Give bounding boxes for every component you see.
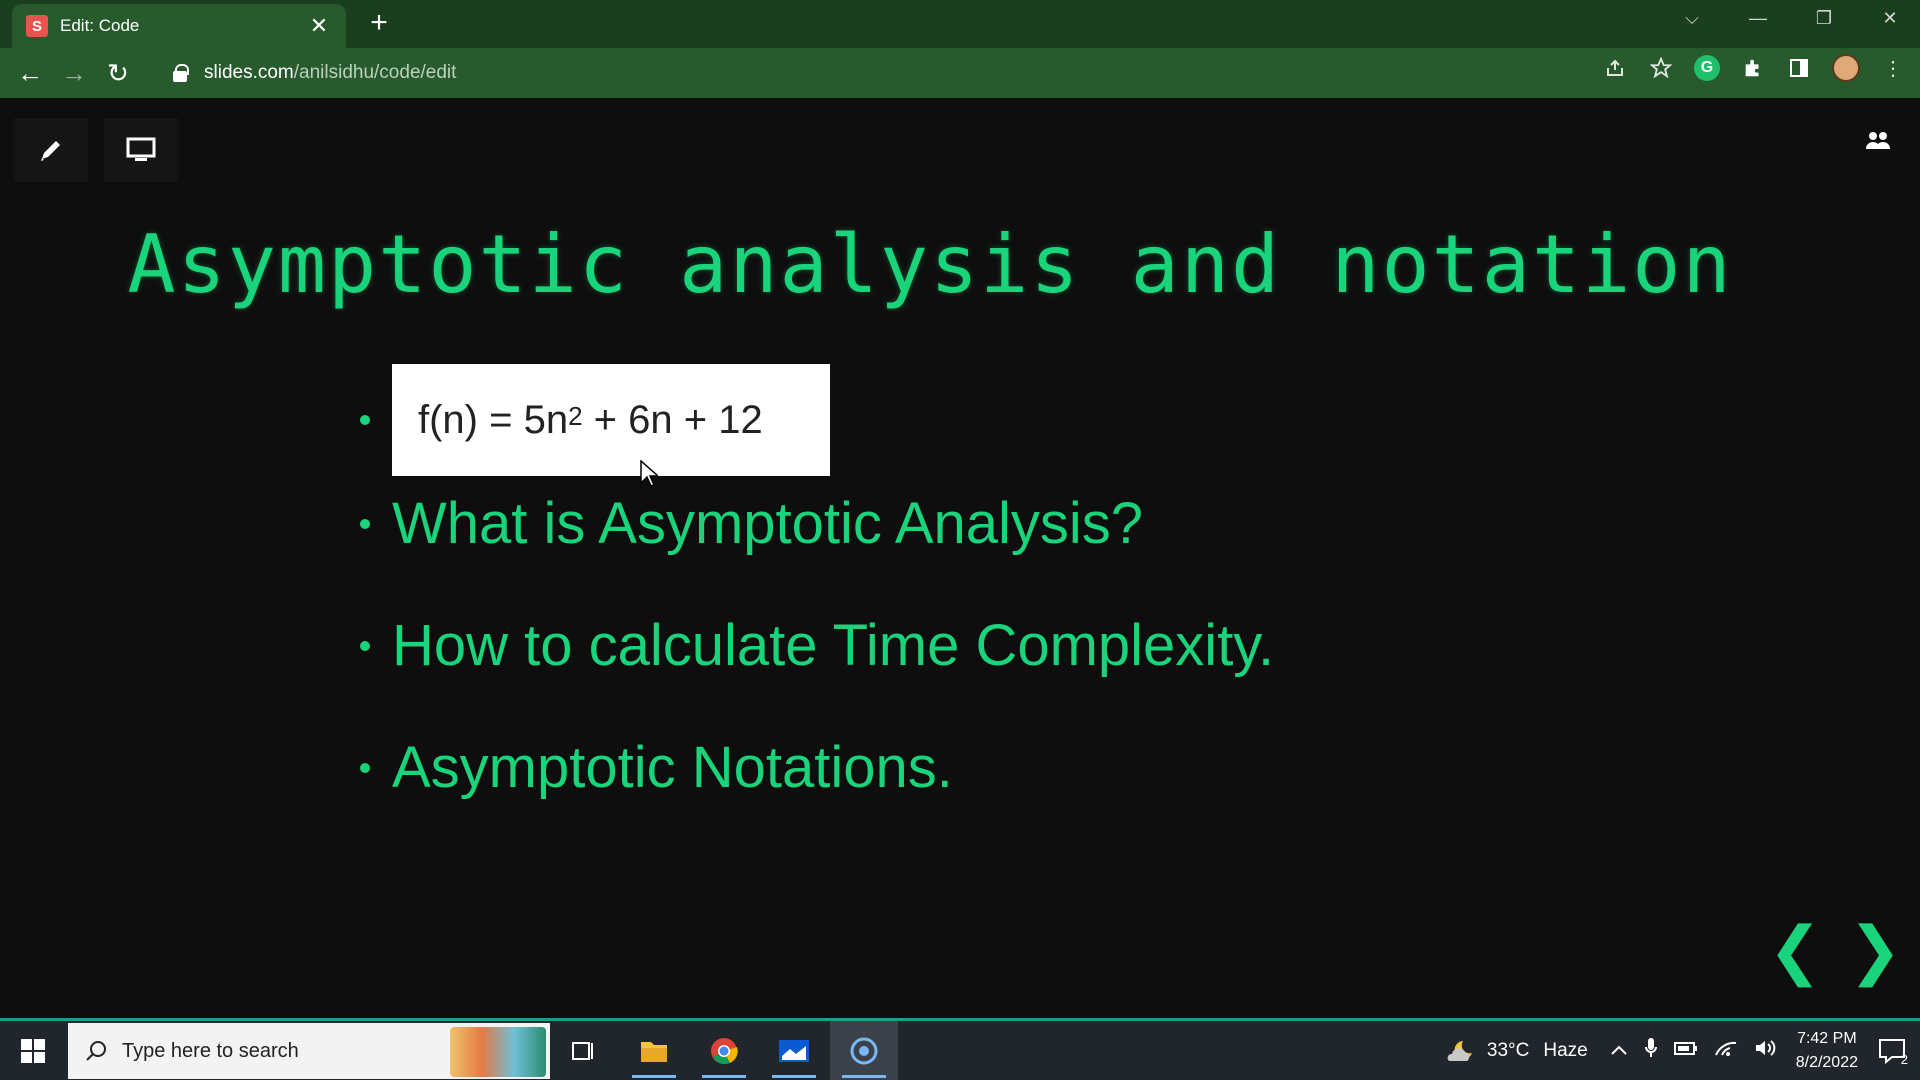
folder-icon — [641, 1041, 667, 1062]
edit-pen-button[interactable] — [14, 118, 88, 182]
mail-app[interactable] — [760, 1021, 828, 1080]
extensions-icon[interactable] — [1740, 55, 1766, 81]
people-icon — [1866, 132, 1890, 149]
clock-date: 8/2/2022 — [1795, 1053, 1858, 1071]
share-icon[interactable] — [1602, 55, 1628, 81]
chrome-icon — [711, 1037, 738, 1064]
system-tray: 33°C Haze 7:42 PM 8/2/2022 2 — [1445, 1021, 1920, 1080]
slides-favicon-icon: S — [26, 15, 48, 37]
mouse-cursor-icon — [640, 460, 658, 487]
record-icon — [850, 1037, 878, 1064]
taskbar-clock[interactable]: 7:42 PM 8/2/2022 — [1796, 1027, 1858, 1075]
toolbar-actions: G ⋮ — [1602, 54, 1906, 82]
formula-exponent: 2 — [568, 400, 583, 431]
search-highlight-image — [450, 1027, 546, 1077]
back-button[interactable]: ← — [8, 51, 52, 95]
notification-center-button[interactable]: 2 — [1872, 1031, 1912, 1071]
search-placeholder: Type here to search — [122, 1039, 299, 1062]
battery-icon[interactable] — [1673, 1040, 1698, 1061]
present-button[interactable] — [104, 118, 178, 182]
search-icon — [86, 1041, 106, 1061]
reload-button[interactable]: ↻ — [96, 51, 140, 95]
formula-bullet[interactable]: f(n) = 5n 2 + 6n + 12 — [360, 364, 830, 476]
taskbar-search[interactable]: Type here to search — [68, 1023, 550, 1079]
formula-image[interactable]: f(n) = 5n 2 + 6n + 12 — [392, 364, 830, 476]
bullet-text: How to calculate Time Complexity. — [392, 613, 1275, 678]
clock-time: 7:42 PM — [1797, 1029, 1857, 1047]
windows-taskbar: Type here to search 33°C Haze 7:42 PM 8/… — [0, 1018, 1920, 1080]
sidepanel-icon[interactable] — [1786, 55, 1812, 81]
monitor-icon — [126, 137, 156, 161]
weather-condition[interactable]: Haze — [1543, 1040, 1587, 1062]
tab-search-icon[interactable]: ⌵ — [1682, 8, 1702, 29]
profile-avatar[interactable] — [1832, 54, 1860, 82]
bullet-text: What is Asymptotic Analysis? — [392, 491, 1144, 556]
bullet-dot — [360, 518, 370, 529]
tab-close-icon[interactable]: ✕ — [306, 13, 332, 39]
formula-base: f(n) = 5n — [418, 397, 569, 442]
notification-count: 2 — [1900, 1051, 1908, 1067]
tab-strip: S Edit: Code ✕ + ⌵ — ❐ ✕ — [0, 0, 1920, 48]
bullet-item[interactable]: How to calculate Time Complexity. — [360, 612, 1274, 679]
bullet-dot — [360, 762, 370, 773]
next-slide-arrow[interactable]: ❯ — [1848, 914, 1902, 986]
volume-icon[interactable] — [1754, 1038, 1778, 1063]
url-path: /anilsidhu/code/edit — [293, 62, 457, 83]
wifi-icon[interactable] — [1714, 1039, 1738, 1062]
restore-button[interactable]: ❐ — [1814, 8, 1834, 29]
weather-temp[interactable]: 33°C — [1487, 1040, 1529, 1062]
bullet-item[interactable]: What is Asymptotic Analysis? — [360, 490, 1143, 557]
slide-title[interactable]: Asymptotic analysis and notation — [0, 218, 1920, 311]
recorder-app[interactable] — [830, 1021, 898, 1080]
url-host: slides.com — [204, 62, 294, 83]
weather-icon[interactable] — [1445, 1037, 1477, 1065]
mail-icon — [779, 1039, 809, 1062]
window-controls: ⌵ — ❐ ✕ — [1682, 8, 1900, 29]
browser-tab[interactable]: S Edit: Code ✕ — [12, 4, 346, 48]
new-tab-button[interactable]: + — [364, 8, 394, 38]
lock-icon[interactable] — [172, 64, 189, 82]
minimize-button[interactable]: — — [1748, 8, 1768, 29]
chevron-up-icon[interactable] — [1610, 1040, 1628, 1061]
menu-icon[interactable]: ⋮ — [1880, 55, 1906, 81]
windows-logo-icon — [21, 1038, 45, 1063]
task-view-button[interactable] — [550, 1021, 618, 1080]
bullet-item[interactable]: Asymptotic Notations. — [360, 734, 953, 801]
tab-title: Edit: Code — [60, 16, 140, 35]
bullet-text: Asymptotic Notations. — [392, 735, 953, 800]
bullet-dot — [360, 640, 370, 651]
address-bar[interactable]: slides.com /anilsidhu/code/edit — [160, 54, 1640, 92]
slide-stage: Asymptotic analysis and notation f(n) = … — [0, 98, 1920, 1018]
star-icon[interactable] — [1648, 55, 1674, 81]
close-window-button[interactable]: ✕ — [1880, 8, 1900, 29]
grammarly-icon[interactable]: G — [1694, 55, 1720, 81]
previous-slide-arrow[interactable]: ❮ — [1768, 914, 1822, 986]
chrome-app[interactable] — [690, 1021, 758, 1080]
formula-rest: + 6n + 12 — [582, 397, 763, 442]
file-explorer-app[interactable] — [620, 1021, 688, 1080]
bullet-dot — [360, 415, 370, 425]
forward-button[interactable]: → — [52, 51, 96, 95]
pen-icon — [41, 141, 60, 161]
microphone-icon[interactable] — [1644, 1037, 1658, 1064]
task-view-icon — [572, 1041, 593, 1060]
start-button[interactable] — [0, 1021, 66, 1080]
browser-toolbar: ← → ↻ slides.com /anilsidhu/code/edit G … — [0, 48, 1920, 98]
collaborators-button[interactable] — [1846, 108, 1910, 172]
